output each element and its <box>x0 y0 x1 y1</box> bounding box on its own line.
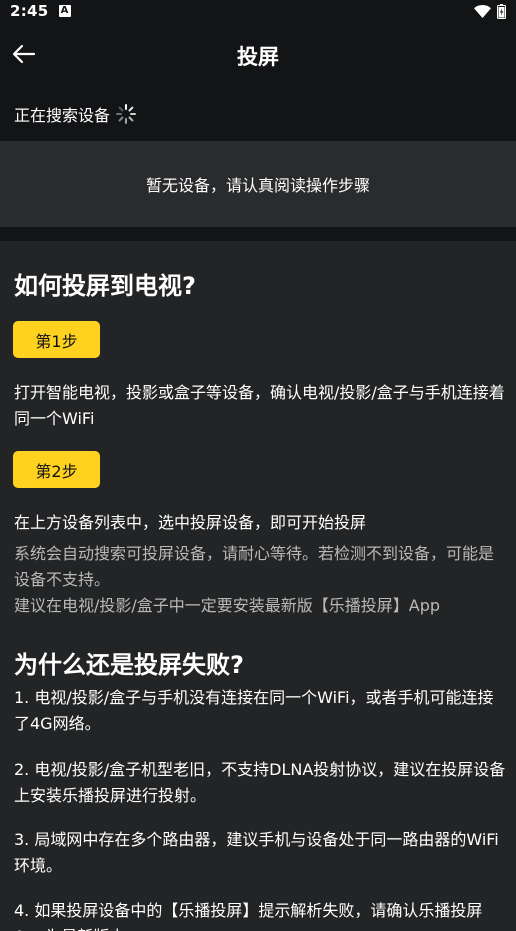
empty-device-message: 暂无设备，请认真阅读操作步骤 <box>145 176 370 195</box>
step2-recommendation: 建议在电视/投影/盒子中一定要安装最新版【乐播投屏】App <box>14 596 441 615</box>
wifi-icon <box>474 4 491 18</box>
search-status: 正在搜索设备 <box>0 86 516 141</box>
device-list-empty: 暂无设备，请认真阅读操作步骤 <box>0 141 516 227</box>
faq-item: 4. 如果投屏设备中的【乐播投屏】提示解析失败，请确认乐播投屏App为最新版本。 <box>14 901 483 931</box>
step1-text: 打开智能电视，投影或盒子等设备，确认电视/投影/盒子与手机连接着同一个WiFi <box>14 383 505 428</box>
guide-heading: 如何投屏到电视? <box>14 272 196 300</box>
app-header: 投屏 <box>0 22 516 86</box>
guide-content: 如何投屏到电视? 第1步 打开智能电视，投影或盒子等设备，确认电视/投影/盒子与… <box>0 241 516 931</box>
step2-text: 在上方设备列表中，选中投屏设备，即可开始投屏 <box>14 513 367 532</box>
battery-icon <box>497 3 506 19</box>
faq-item: 1. 电视/投影/盒子与手机没有连接在同一个WiFi，或者手机可能连接了4G网络… <box>14 688 494 733</box>
notification-icon: A <box>58 5 71 17</box>
faq-item: 2. 电视/投影/盒子机型老旧，不支持DLNA投射协议，建议在投屏设备上安装乐播… <box>14 760 506 805</box>
status-bar: 2:45 A <box>0 0 516 22</box>
page-title: 投屏 <box>237 45 279 69</box>
status-time: 2:45 <box>10 2 49 20</box>
faq-item: 3. 局域网中存在多个路由器，建议手机与设备处于同一路由器的WiFi环境。 <box>14 830 499 875</box>
step2-badge: 第2步 <box>13 451 100 488</box>
faq-heading: 为什么还是投屏失败? <box>14 651 244 679</box>
section-divider <box>0 227 516 241</box>
step2-note: 系统会自动搜索可投屏设备，请耐心等待。若检测不到设备，可能是设备不支持。 <box>14 544 495 589</box>
loading-spinner-icon <box>115 103 137 125</box>
search-status-text: 正在搜索设备 <box>14 105 111 125</box>
step1-badge: 第1步 <box>13 321 100 358</box>
